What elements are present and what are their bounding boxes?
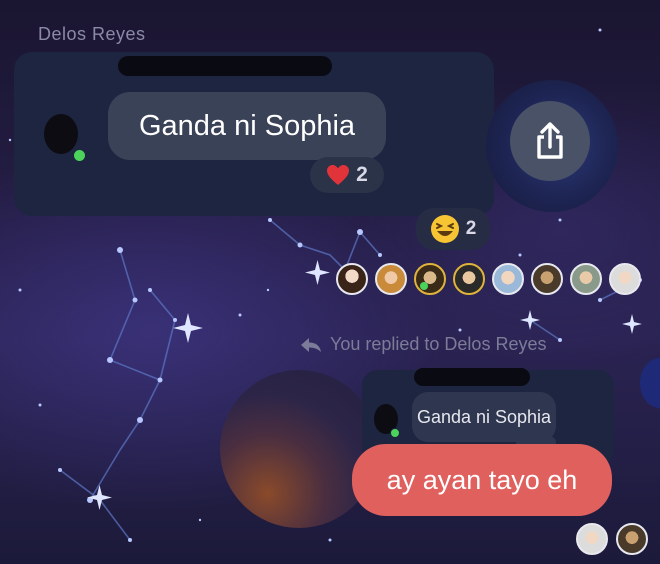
my-message-bubble[interactable]: ay ayan tayo eh bbox=[352, 444, 612, 516]
quoted-message-bubble[interactable]: Ganda ni Sophia bbox=[108, 92, 386, 160]
share-button[interactable] bbox=[510, 101, 590, 181]
reply-context-text: You replied to Delos Reyes bbox=[330, 334, 547, 354]
reply-arrow-icon bbox=[301, 337, 321, 352]
reaction-count: 2 bbox=[356, 163, 368, 186]
avatar[interactable] bbox=[492, 263, 524, 295]
online-status-dot bbox=[72, 148, 87, 163]
avatar[interactable] bbox=[453, 263, 485, 295]
avatar[interactable] bbox=[576, 523, 608, 555]
avatar[interactable] bbox=[375, 263, 407, 295]
seen-by-avatars bbox=[336, 263, 641, 295]
heart-icon bbox=[327, 165, 350, 185]
avatar[interactable] bbox=[44, 114, 78, 154]
avatar[interactable] bbox=[616, 523, 648, 555]
redacted-name bbox=[118, 56, 332, 76]
laughing-emoji-icon bbox=[430, 215, 459, 243]
avatar[interactable] bbox=[336, 263, 368, 295]
heart-reaction-pill[interactable]: 2 bbox=[310, 157, 384, 193]
reply-context-label: You replied to Delos Reyes bbox=[300, 334, 546, 355]
reaction-count: 2 bbox=[465, 218, 477, 239]
avatar[interactable] bbox=[570, 263, 602, 295]
share-icon bbox=[537, 122, 563, 159]
quoted-message-bubble[interactable]: Ganda ni Sophia bbox=[412, 392, 556, 442]
online-status-dot bbox=[390, 428, 400, 438]
sender-name: Delos Reyes bbox=[38, 24, 146, 44]
avatar[interactable] bbox=[414, 263, 446, 295]
redacted-name bbox=[414, 368, 530, 386]
laugh-reaction-pill[interactable]: 2 bbox=[416, 208, 490, 250]
planet-decoration bbox=[220, 370, 378, 528]
avatar[interactable] bbox=[609, 263, 641, 295]
avatar[interactable] bbox=[531, 263, 563, 295]
